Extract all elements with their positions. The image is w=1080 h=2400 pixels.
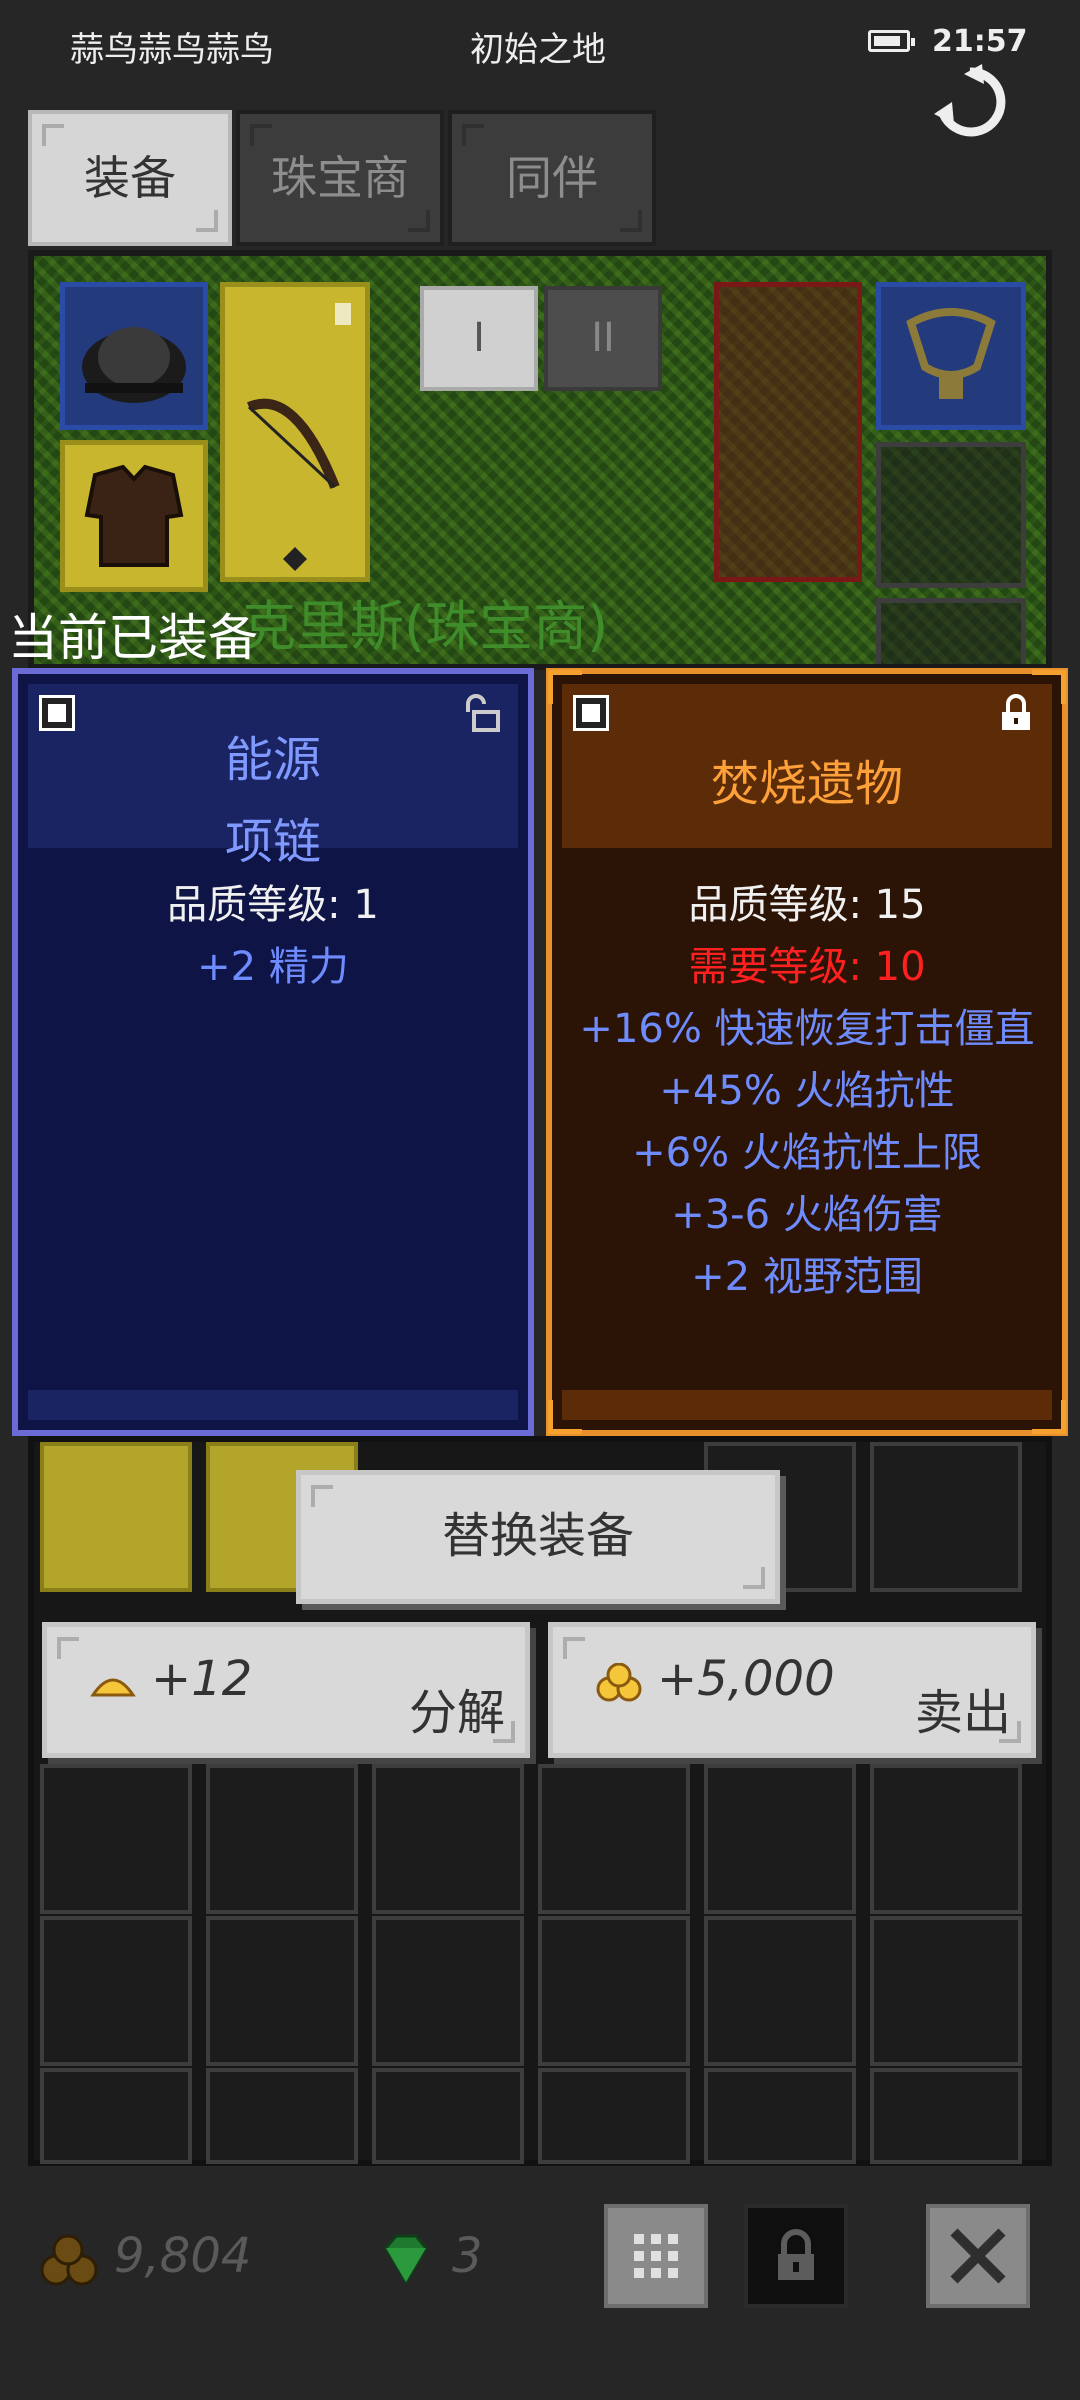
close-icon [950, 2228, 1006, 2284]
gold-coins-icon [40, 2234, 98, 2286]
tab-companion[interactable]: 同伴 [448, 110, 656, 246]
compare-marker-icon [39, 695, 75, 731]
tab-equipment[interactable]: 装备 [28, 110, 232, 246]
location-name: 初始之地 [470, 30, 606, 70]
page-ii-button[interactable]: II [544, 286, 662, 391]
bow-icon [247, 303, 351, 571]
lock-button[interactable] [744, 2204, 848, 2308]
equipped-item-card: 能源 项链 品质等级: 1 +2 精力 [12, 668, 534, 1436]
clock: 21:57 [932, 24, 1028, 59]
page-i-button[interactable]: I [420, 286, 538, 391]
currently-equipped-label: 当前已装备 [8, 609, 258, 667]
new-item-stat: +16% 快速恢复打击僵直 [579, 1006, 1035, 1052]
salvage-amount: +12 [151, 1651, 253, 1707]
helmet-slot[interactable] [60, 282, 208, 430]
inventory-slot[interactable] [40, 2068, 192, 2164]
inventory-slot[interactable] [538, 1916, 690, 2066]
new-item-name: 焚烧遗物 [710, 756, 903, 812]
inventory-slot[interactable] [206, 2068, 358, 2164]
character-name: 克里斯(珠宝商) [242, 595, 609, 658]
sell-label: 卖出 [914, 1685, 1011, 1741]
extra-slot[interactable] [876, 598, 1026, 664]
inventory-slot[interactable] [372, 1916, 524, 2066]
gold-coins-icon [596, 1663, 642, 1702]
inventory-slot[interactable] [870, 1916, 1022, 2066]
replace-equipment-label: 替换装备 [441, 1508, 634, 1564]
tab-companion-label: 同伴 [506, 151, 598, 205]
new-item-stat: +3-6 火焰伤害 [671, 1192, 943, 1238]
necklace-icon [906, 308, 996, 399]
new-item-header: 焚烧遗物 [562, 684, 1052, 848]
equipped-item-type: 项链 [224, 814, 321, 870]
new-item-requirement: 需要等级: 10 [688, 944, 926, 990]
armor-slot[interactable] [60, 440, 208, 592]
salvage-label: 分解 [408, 1685, 505, 1741]
replace-equipment-button[interactable]: 替换装备 [296, 1470, 780, 1604]
new-item-quality: 品质等级: 15 [688, 882, 926, 928]
inventory-slot[interactable] [40, 1916, 192, 2066]
inventory-slot[interactable] [538, 2068, 690, 2164]
inventory-slot[interactable] [206, 1764, 358, 1914]
page-ii-label: II [591, 315, 615, 361]
equipped-item-quality: 品质等级: 1 [167, 882, 379, 928]
amulet-slot[interactable] [876, 282, 1026, 430]
refresh-icon[interactable] [930, 62, 1010, 142]
tab-equipment-label: 装备 [84, 151, 176, 205]
inventory-slot[interactable] [870, 2068, 1022, 2164]
inventory-slot[interactable] [870, 1764, 1022, 1914]
status-bar: 蒜鸟蒜鸟蒜鸟 初始之地 21:57 [0, 0, 1080, 88]
tab-jeweler-label: 珠宝商 [271, 151, 409, 205]
inventory-slot[interactable] [870, 1442, 1022, 1592]
emerald-gem-icon [384, 2234, 428, 2285]
inventory-slot[interactable] [40, 1764, 192, 1914]
new-item-stats: 品质等级: 15 需要等级: 10 +16% 快速恢复打击僵直 +45% 火焰抗… [552, 874, 1062, 1308]
gold-dust-icon [90, 1678, 136, 1697]
gold-balance: 9,804 [114, 2228, 252, 2284]
offhand-slot[interactable] [714, 282, 862, 582]
unlock-icon[interactable] [462, 694, 502, 734]
new-item-stat: +2 视野范围 [691, 1254, 923, 1300]
inventory-slot[interactable] [704, 2068, 856, 2164]
salvage-button[interactable]: +12 分解 [42, 1622, 530, 1758]
inventory-slot[interactable] [538, 1764, 690, 1914]
lock-icon[interactable] [996, 694, 1036, 734]
grid-icon [634, 2234, 678, 2278]
grid-view-button[interactable] [604, 2204, 708, 2308]
armor-icon [84, 464, 184, 567]
close-button[interactable] [926, 2204, 1030, 2308]
inventory-slot[interactable] [206, 1916, 358, 2066]
ring-slot[interactable] [876, 442, 1026, 588]
equipped-item-name: 能源 [224, 732, 321, 788]
equipped-item-stats: 品质等级: 1 +2 精力 [18, 874, 528, 998]
tab-jeweler[interactable]: 珠宝商 [236, 110, 444, 246]
equipped-item-header: 能源 项链 [28, 684, 518, 870]
inventory-slot[interactable] [704, 1764, 856, 1914]
battery-icon [868, 30, 915, 52]
equipped-item-stat: +2 精力 [197, 944, 349, 990]
inventory-slot[interactable] [372, 1764, 524, 1914]
sell-amount: +5,000 [657, 1651, 835, 1707]
helmet-icon [82, 327, 186, 403]
sell-button[interactable]: +5,000 卖出 [548, 1622, 1036, 1758]
inventory-slot[interactable] [40, 1442, 192, 1592]
weapon-slot[interactable] [220, 282, 370, 582]
inventory-slot[interactable] [372, 2068, 524, 2164]
page-i-label: I [473, 315, 485, 361]
lock-icon [778, 2229, 814, 2280]
new-item-card: 焚烧遗物 品质等级: 15 需要等级: 10 +16% 快速恢复打击僵直 +45… [546, 668, 1068, 1436]
gem-balance: 3 [452, 2228, 483, 2284]
inventory-slot[interactable] [704, 1916, 856, 2066]
new-item-stat: +45% 火焰抗性 [659, 1068, 955, 1114]
player-name: 蒜鸟蒜鸟蒜鸟 [70, 30, 274, 70]
new-item-stat: +6% 火焰抗性上限 [632, 1130, 982, 1176]
